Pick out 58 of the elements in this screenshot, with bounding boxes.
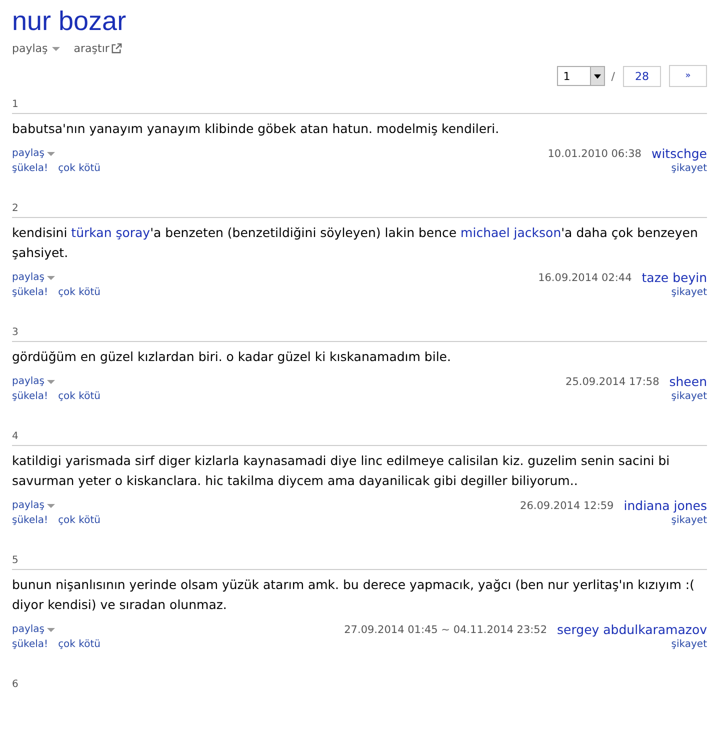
entry-date: 25.09.2014 17:58 <box>566 376 660 388</box>
dropdown-icon <box>594 74 602 78</box>
upvote-link[interactable]: şükela! <box>12 391 48 402</box>
upvote-link[interactable]: şükela! <box>12 515 48 526</box>
share-menu[interactable]: paylaş <box>12 42 60 55</box>
caret-icon <box>52 46 60 50</box>
downvote-link[interactable]: çok kötü <box>58 391 100 402</box>
downvote-link[interactable]: çok kötü <box>58 639 100 650</box>
entry-text: gördüğüm en güzel kızlardan biri. o kadar güzel ki kıskanamadım bile. <box>12 348 452 366</box>
entry-number: 2 <box>12 203 20 214</box>
entry-date: 16.09.2014 02:44 <box>538 272 632 284</box>
caret-icon <box>46 628 55 632</box>
upvote-link[interactable]: şükela! <box>12 163 48 174</box>
upvote-link[interactable]: şükela! <box>12 287 48 298</box>
report-link[interactable]: şikayet <box>671 163 707 174</box>
share-menu[interactable]: paylaş <box>12 148 55 159</box>
caret-icon <box>46 504 55 508</box>
entry-date: 27.09.2014 01:45 ~ 04.11.2014 23:52 <box>344 624 548 636</box>
next-page-button[interactable]: » <box>669 65 707 87</box>
entry-number: 6 <box>12 679 20 690</box>
upvote-link[interactable]: şükela! <box>12 639 48 650</box>
caret-icon <box>46 380 55 384</box>
author-link[interactable]: indiana jones <box>624 498 707 513</box>
caret-icon <box>46 152 55 156</box>
entry-number: 3 <box>12 327 20 338</box>
topic-link[interactable]: michael jackson <box>460 225 562 240</box>
entry-date: 10.01.2010 06:38 <box>548 148 642 160</box>
page-separator: / <box>611 70 615 82</box>
entry-text: kendisini türkan şoray'a benzeten (benzetildiğini söyleyen) lakin bence michael jackson'a daha çok benzeyen şahsiyet. <box>12 224 699 262</box>
entry-text: bunun nişanlısının yerinde olsam yüzük atarım amk. bu derece yapmacık, yağcı (ben nur yerlitaş'ın kızıyım :( diyor kendisi) ve sıradan olunmaz. <box>12 576 696 614</box>
share-menu[interactable]: paylaş <box>12 272 55 283</box>
author-link[interactable]: sergey abdulkaramazov <box>557 622 707 637</box>
downvote-link[interactable]: çok kötü <box>58 163 100 174</box>
author-link[interactable]: witschge <box>651 146 707 161</box>
topic-title[interactable]: nur bozar <box>12 4 126 38</box>
entry-number: 1 <box>12 99 20 110</box>
entry-text: babutsa'nın yanayım yanayım klibinde göbek atan hatun. modelmiş kendileri. <box>12 120 500 138</box>
share-menu[interactable]: paylaş <box>12 500 55 511</box>
caret-icon <box>46 276 55 280</box>
page-select[interactable]: 1 <box>557 66 606 86</box>
share-menu[interactable]: paylaş <box>12 376 55 387</box>
report-link[interactable]: şikayet <box>671 287 707 298</box>
external-link-icon <box>111 43 122 54</box>
search-link[interactable]: araştır <box>74 42 122 55</box>
report-link[interactable]: şikayet <box>671 391 707 402</box>
author-link[interactable]: sheen <box>669 374 707 389</box>
downvote-link[interactable]: çok kötü <box>58 515 100 526</box>
last-page-button[interactable]: 28 <box>623 66 661 86</box>
report-link[interactable]: şikayet <box>671 515 707 526</box>
entry-number: 4 <box>12 431 20 442</box>
author-link[interactable]: taze beyin <box>642 270 707 285</box>
entry-text: katildigi yarismada sirf diger kizlarla kaynasamadi diye linc edilmeye calisilan kiz. guzelim senin sacini bi savurman yeter o kiskanclara. hic takilma diycem ama dayanilicak gibi degiller biliyorum.. <box>12 452 671 490</box>
entry-number: 5 <box>12 555 20 566</box>
report-link[interactable]: şikayet <box>671 639 707 650</box>
topic-link[interactable]: türkan şoray <box>71 225 150 240</box>
share-menu[interactable]: paylaş <box>12 624 55 635</box>
entry-date: 26.09.2014 12:59 <box>520 500 614 512</box>
downvote-link[interactable]: çok kötü <box>58 287 100 298</box>
